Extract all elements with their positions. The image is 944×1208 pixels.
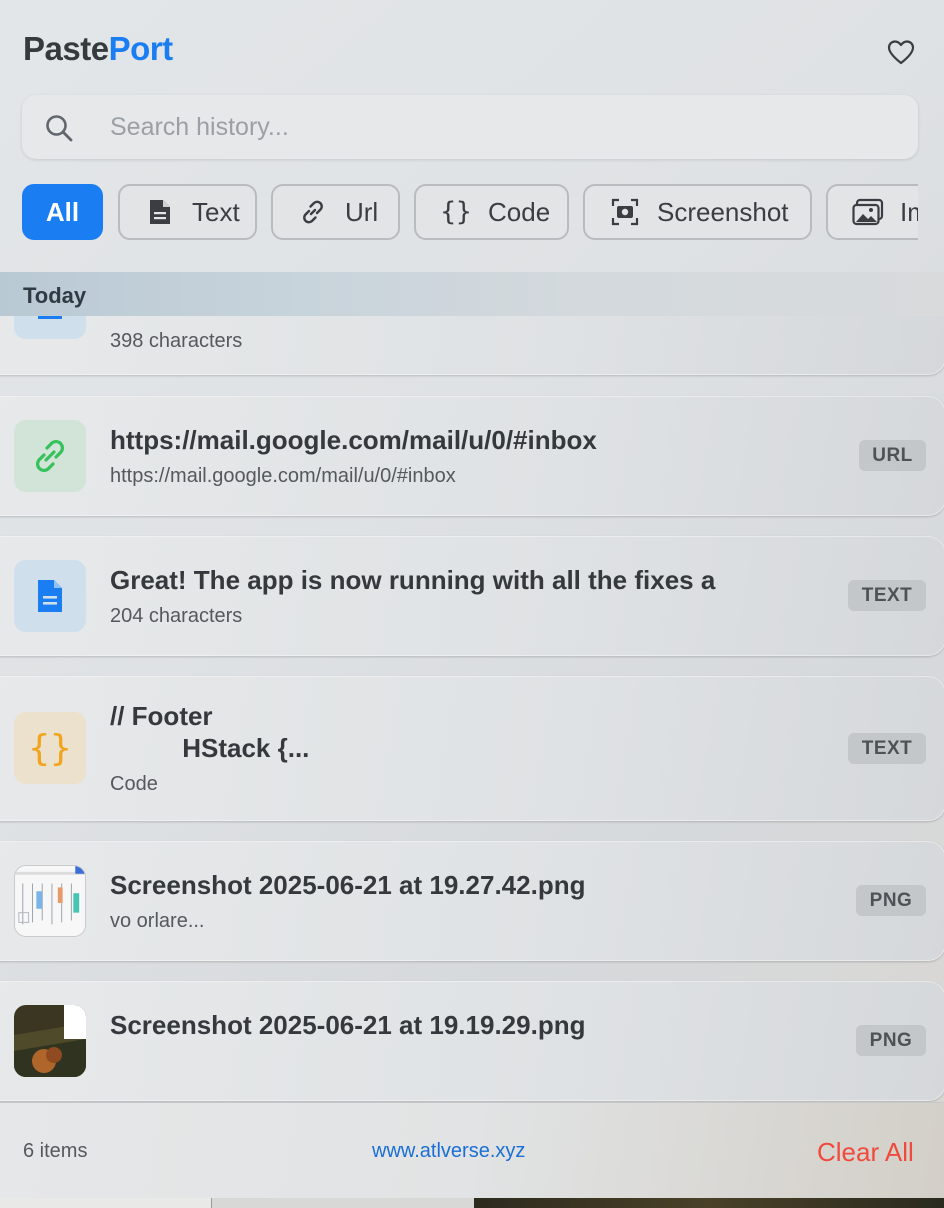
item-count: 6 items (23, 1140, 88, 1162)
website-link[interactable]: www.atlverse.xyz (372, 1140, 525, 1163)
heart-outline-icon (887, 40, 915, 65)
filter-chips: All Text Url {} Code Screenshot I (22, 184, 918, 241)
type-badge: URL (859, 440, 926, 471)
footer-bar: 6 items www.atlverse.xyz Clear All (0, 1102, 944, 1198)
clear-all-button[interactable]: Clear All (817, 1137, 914, 1168)
braces-icon: {} (440, 197, 472, 227)
history-item-title: // Footer HStack {... (110, 701, 310, 763)
search-input[interactable] (110, 107, 890, 147)
app-title: PastePort (23, 30, 173, 68)
photos-icon (852, 196, 884, 228)
history-item-subtitle: 204 characters (110, 605, 243, 627)
filter-code[interactable]: {} Code (414, 184, 569, 240)
image-thumbnail (14, 1005, 86, 1077)
image-thumbnail (14, 865, 86, 937)
history-item[interactable]: {} // Footer HStack {... Code TEXT (0, 676, 944, 821)
clipboard-panel: PastePort All Text Url {} (0, 0, 944, 1198)
type-badge: PNG (856, 885, 926, 916)
filter-text-label: Text (192, 196, 240, 227)
app-title-port: Port (108, 30, 174, 67)
app-title-paste: Paste (23, 30, 109, 67)
filter-all[interactable]: All (22, 184, 103, 240)
history-list[interactable]: Today 398 characters https://mail.google… (0, 272, 944, 1102)
history-item[interactable]: Great! The app is now running with all t… (0, 536, 944, 656)
filter-url[interactable]: Url (271, 184, 400, 240)
document-icon (14, 560, 86, 632)
history-item-subtitle: Code (110, 773, 158, 795)
favorites-button[interactable] (884, 36, 918, 68)
magnifier-icon (46, 115, 73, 142)
link-icon (14, 420, 86, 492)
filter-images-label: Im (900, 196, 918, 227)
history-item-subtitle: vo orlare... (110, 910, 205, 932)
history-item[interactable]: https://mail.google.com/mail/u/0/#inbox … (0, 396, 944, 516)
history-item-title: Screenshot 2025-06-21 at 19.19.29.png (110, 1010, 586, 1040)
type-badge: PNG (856, 1025, 926, 1056)
history-item-subtitle: https://mail.google.com/mail/u/0/#inbox (110, 465, 456, 487)
filter-screenshot[interactable]: Screenshot (583, 184, 812, 240)
camera-viewfinder-icon (609, 196, 641, 228)
history-item-title: Screenshot 2025-06-21 at 19.27.42.png (110, 870, 586, 900)
filter-all-label: All (45, 196, 80, 227)
section-header: Today (0, 272, 944, 316)
filter-images[interactable]: Im (826, 184, 918, 240)
section-header-label: Today (23, 283, 87, 308)
filter-url-label: Url (345, 196, 379, 227)
type-badge: TEXT (848, 580, 926, 611)
filter-text[interactable]: Text (118, 184, 257, 240)
filter-screenshot-label: Screenshot (657, 196, 789, 227)
history-item-title: https://mail.google.com/mail/u/0/#inbox (110, 425, 597, 455)
type-badge: TEXT (848, 733, 926, 764)
history-item[interactable]: Screenshot 2025-06-21 at 19.27.42.png vo… (0, 841, 944, 961)
link-icon (297, 196, 329, 228)
history-item-subtitle: 398 characters (110, 330, 243, 352)
history-item-title: Great! The app is now running with all t… (110, 565, 716, 595)
document-icon (144, 196, 176, 228)
search-bar (22, 95, 918, 159)
braces-icon: {} (14, 712, 86, 784)
history-item[interactable]: Screenshot 2025-06-21 at 19.19.29.png PN… (0, 981, 944, 1101)
filter-code-label: Code (488, 196, 551, 227)
